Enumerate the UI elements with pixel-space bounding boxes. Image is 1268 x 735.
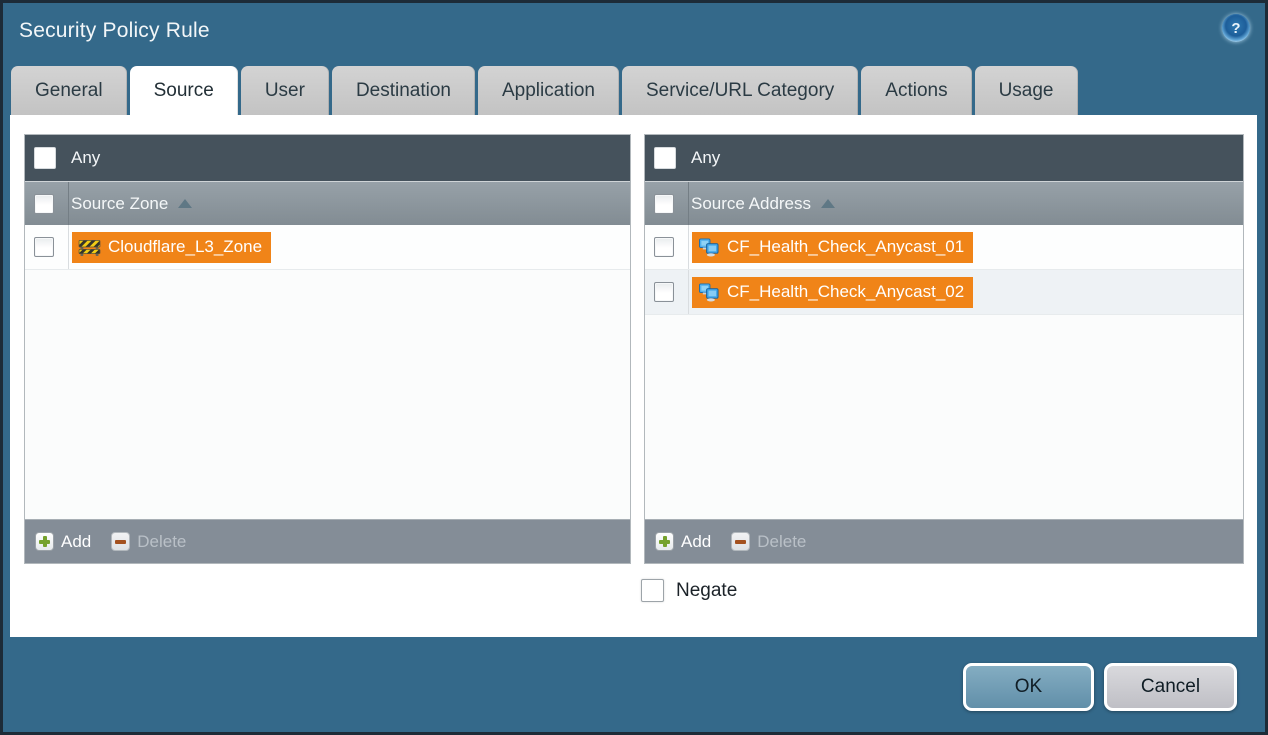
ok-button[interactable]: OK xyxy=(963,663,1094,711)
table-row[interactable]: CF_Health_Check_Anycast_02 xyxy=(645,270,1243,315)
tab-content-source: Any Source Zone xyxy=(10,115,1257,637)
row-checkbox[interactable] xyxy=(34,237,54,257)
security-policy-rule-dialog: Security Policy Rule ? General Source Us… xyxy=(0,0,1268,735)
delete-label: Delete xyxy=(137,532,186,552)
row-checkbox-cell xyxy=(25,225,69,269)
source-zone-column-header[interactable]: Source Zone xyxy=(25,181,630,225)
source-zone-rows: Cloudflare_L3_Zone xyxy=(25,225,630,519)
tab-destination[interactable]: Destination xyxy=(332,66,475,115)
address-name: CF_Health_Check_Anycast_02 xyxy=(727,282,964,302)
address-tag[interactable]: CF_Health_Check_Anycast_02 xyxy=(692,277,973,308)
delete-label: Delete xyxy=(757,532,806,552)
add-label: Add xyxy=(61,532,91,552)
source-zone-column-title: Source Zone xyxy=(71,194,168,214)
screenshot-stage: Security Policy Rule ? General Source Us… xyxy=(0,0,1268,735)
source-address-any-label: Any xyxy=(691,148,720,168)
plus-icon xyxy=(655,532,674,551)
negate-checkbox[interactable] xyxy=(641,579,664,602)
source-zone-any-bar: Any xyxy=(25,135,630,181)
row-checkbox-cell xyxy=(645,225,689,269)
tab-actions[interactable]: Actions xyxy=(861,66,971,115)
cancel-button[interactable]: Cancel xyxy=(1104,663,1237,711)
source-address-column-header[interactable]: Source Address xyxy=(645,181,1243,225)
source-zone-any-label: Any xyxy=(71,148,100,168)
source-zone-footer: Add Delete xyxy=(25,519,630,563)
source-address-any-checkbox[interactable] xyxy=(654,147,676,169)
add-button[interactable]: Add xyxy=(655,532,711,552)
row-checkbox[interactable] xyxy=(654,237,674,257)
source-address-rows: CF_Health_Check_Anycast_01 xyxy=(645,225,1243,519)
tab-user[interactable]: User xyxy=(241,66,329,115)
source-address-panel: Any Source Address xyxy=(644,134,1244,564)
zone-name: Cloudflare_L3_Zone xyxy=(108,237,262,257)
delete-button[interactable]: Delete xyxy=(111,532,186,552)
zone-tag[interactable]: Cloudflare_L3_Zone xyxy=(72,232,271,263)
row-checkbox-cell xyxy=(645,270,689,314)
sort-ascending-icon[interactable] xyxy=(178,199,192,208)
dialog-title: Security Policy Rule xyxy=(19,19,210,43)
address-name: CF_Health_Check_Anycast_01 xyxy=(727,237,964,257)
select-all-cell xyxy=(645,182,689,225)
help-icon[interactable]: ? xyxy=(1222,14,1250,42)
add-button[interactable]: Add xyxy=(35,532,91,552)
minus-icon xyxy=(111,532,130,551)
address-tag[interactable]: CF_Health_Check_Anycast_01 xyxy=(692,232,973,263)
tab-general[interactable]: General xyxy=(11,66,127,115)
add-label: Add xyxy=(681,532,711,552)
source-zone-panel: Any Source Zone xyxy=(24,134,631,564)
select-all-cell xyxy=(25,182,69,225)
source-address-footer: Add Delete xyxy=(645,519,1243,563)
address-icon xyxy=(698,283,720,302)
table-row[interactable]: Cloudflare_L3_Zone xyxy=(25,225,630,270)
tab-bar: General Source User Destination Applicat… xyxy=(11,66,1078,115)
source-zone-any-checkbox[interactable] xyxy=(34,147,56,169)
minus-icon xyxy=(731,532,750,551)
tab-application[interactable]: Application xyxy=(478,66,619,115)
source-address-column-title: Source Address xyxy=(691,194,811,214)
negate-label: Negate xyxy=(676,580,737,602)
table-row[interactable]: CF_Health_Check_Anycast_01 xyxy=(645,225,1243,270)
tab-service-url-category[interactable]: Service/URL Category xyxy=(622,66,858,115)
delete-button[interactable]: Delete xyxy=(731,532,806,552)
source-address-any-bar: Any xyxy=(645,135,1243,181)
zone-icon xyxy=(78,238,101,257)
address-icon xyxy=(698,238,720,257)
tab-source[interactable]: Source xyxy=(130,66,238,115)
negate-row: Negate xyxy=(641,579,737,602)
source-zone-select-all-checkbox[interactable] xyxy=(34,194,54,214)
tab-usage[interactable]: Usage xyxy=(975,66,1078,115)
plus-icon xyxy=(35,532,54,551)
sort-ascending-icon[interactable] xyxy=(821,199,835,208)
source-address-select-all-checkbox[interactable] xyxy=(654,194,674,214)
row-checkbox[interactable] xyxy=(654,282,674,302)
dialog-titlebar: Security Policy Rule ? xyxy=(3,3,1265,65)
